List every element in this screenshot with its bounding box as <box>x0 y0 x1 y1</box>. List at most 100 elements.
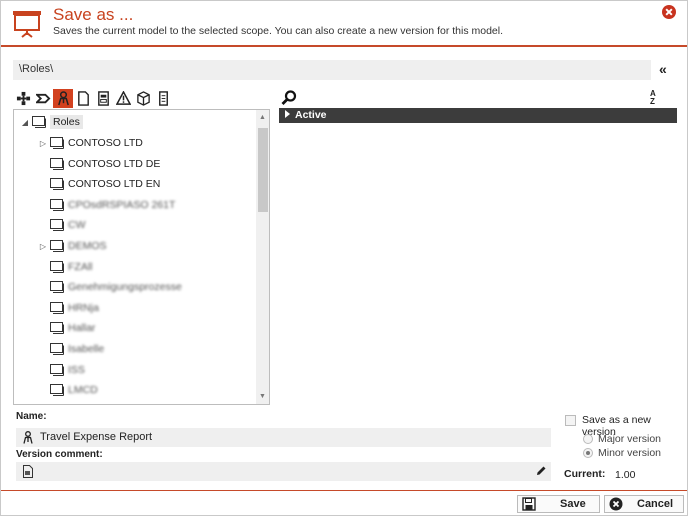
dialog-header: Save as ... Saves the current model to t… <box>1 1 687 47</box>
floppy-disk-icon <box>522 497 536 511</box>
folder-icon <box>50 363 64 376</box>
save-button-label: Save <box>560 498 586 510</box>
scroll-up-icon[interactable]: ▲ <box>258 113 267 122</box>
dialog-subtitle: Saves the current model to the selected … <box>53 25 504 37</box>
folder-icon <box>50 219 64 232</box>
tree-scrollbar[interactable]: ▲ ▼ <box>256 110 269 404</box>
list-icon[interactable] <box>153 89 173 108</box>
dialog-title: Save as ... <box>53 5 134 24</box>
tree-item-label: Genehmigungsprozesse <box>68 281 182 294</box>
tree-item[interactable]: CONTOSO LTD DE <box>38 155 160 173</box>
folder-icon <box>50 178 64 191</box>
expand-triangle-icon <box>285 110 290 118</box>
folder-icon <box>50 240 64 252</box>
name-label: Name: <box>16 411 47 422</box>
tree-item-label: HRNja <box>68 301 99 314</box>
tree-item[interactable]: ▷ DEMOS <box>38 237 107 255</box>
tree-item-label: FZAll <box>68 260 93 273</box>
tree-item-label: LMCD <box>68 384 98 397</box>
scope-tree[interactable]: ◢ Roles ▷ CONTOSO LTD CONTOSO LTD DE CONTOS… <box>13 109 270 405</box>
save-new-version-checkbox[interactable] <box>565 415 576 426</box>
folder-icon <box>50 137 64 149</box>
scope-path-field: \Roles\ <box>13 60 651 80</box>
cancel-icon <box>609 497 623 511</box>
save-as-dialog: Save as ... Saves the current model to t… <box>0 0 688 516</box>
cancel-button-label: Cancel <box>637 498 674 510</box>
tree-item[interactable]: HRNja <box>38 299 99 317</box>
search-icon[interactable] <box>281 90 297 106</box>
current-version-label: Current: <box>564 468 606 480</box>
cancel-button[interactable]: Cancel <box>604 495 684 513</box>
warning-icon[interactable] <box>113 89 133 108</box>
scroll-down-icon[interactable]: ▼ <box>258 392 267 401</box>
folder-icon <box>32 116 46 128</box>
sort-az-icon[interactable]: A Z <box>650 90 674 106</box>
tree-root-row[interactable]: ◢ Roles <box>20 113 83 131</box>
form-icon[interactable] <box>93 89 113 108</box>
close-icon[interactable] <box>662 5 676 19</box>
results-toolbar: A Z <box>279 89 677 107</box>
document-icon[interactable] <box>73 89 93 108</box>
tree-item[interactable]: LMCD <box>38 381 98 399</box>
tree-item[interactable]: CONTOSO LTD EN <box>38 175 160 193</box>
network-icon[interactable] <box>13 89 33 108</box>
tree-item[interactable]: CW <box>38 216 86 234</box>
tree-item[interactable]: Genehmigungsprozesse <box>38 278 182 296</box>
tree-item[interactable]: Isabelle <box>38 340 104 358</box>
role-icon[interactable] <box>53 89 73 108</box>
role-icon <box>23 431 33 444</box>
folder-icon <box>50 343 64 355</box>
active-group-header[interactable]: Active <box>279 108 677 123</box>
tree-item[interactable]: ISS <box>38 361 85 379</box>
object-type-toolbar <box>13 89 173 109</box>
process-icon[interactable] <box>33 89 53 108</box>
collapse-panel-icon[interactable]: « <box>659 61 675 77</box>
folder-icon <box>50 384 64 397</box>
name-field[interactable]: Travel Expense Report <box>16 428 551 447</box>
folder-icon <box>50 198 64 211</box>
cube-icon[interactable] <box>133 89 153 108</box>
tree-item-label: ISS <box>68 363 85 376</box>
save-button[interactable]: Save <box>517 495 600 513</box>
tree-item-label: CONTOSO LTD <box>68 137 143 149</box>
expand-triangle-icon[interactable]: ▷ <box>38 241 48 251</box>
version-comment-label: Version comment: <box>16 449 103 460</box>
current-version-value: 1.00 <box>615 469 636 481</box>
major-version-radio[interactable] <box>583 434 593 444</box>
tree-item[interactable]: ▷ CONTOSO LTD <box>38 134 143 152</box>
sort-label-bottom: Z <box>650 97 655 106</box>
tree-item-label: CW <box>68 219 86 232</box>
scroll-thumb[interactable] <box>258 128 268 212</box>
major-version-label: Major version <box>598 433 662 445</box>
tree-item[interactable]: FZAll <box>38 258 93 276</box>
tree-item[interactable]: CPOsdRSPIASO 261T <box>38 196 175 214</box>
tree-item-label: CONTOSO LTD EN <box>68 178 161 191</box>
collapse-triangle-icon[interactable]: ◢ <box>20 117 30 127</box>
minor-version-radio[interactable] <box>583 448 593 458</box>
tree-root-label: Roles <box>50 115 83 129</box>
tree-item[interactable]: Hallar <box>38 319 95 337</box>
folder-icon <box>50 301 64 314</box>
tree-item-label: CONTOSO LTD DE <box>68 157 161 170</box>
presentation-board-icon <box>13 11 41 38</box>
document-icon <box>23 465 33 478</box>
expand-triangle-icon[interactable]: ▷ <box>38 138 48 148</box>
folder-icon <box>50 260 64 273</box>
pencil-icon[interactable] <box>535 465 547 477</box>
footer-divider <box>1 490 687 491</box>
folder-icon <box>50 157 64 170</box>
tree-item-label: Isabelle <box>68 343 105 355</box>
version-comment-field[interactable] <box>16 462 551 481</box>
tree-item-label: DEMOS <box>68 240 107 252</box>
name-value: Travel Expense Report <box>40 431 153 443</box>
